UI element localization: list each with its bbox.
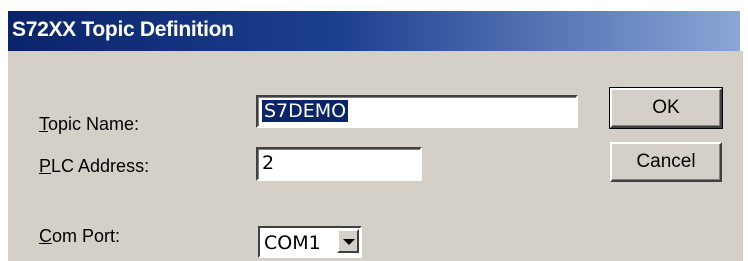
com-port-mnemonic: C: [39, 226, 52, 246]
topic-definition-dialog: S72XX Topic Definition Topic Name: S7DEM…: [0, 0, 748, 261]
com-port-select[interactable]: COM1: [258, 226, 362, 258]
plc-address-value: 2: [262, 152, 275, 174]
plc-address-input[interactable]: 2: [256, 147, 422, 181]
chevron-down-icon[interactable]: [337, 229, 359, 253]
topic-name-label: Topic Name:: [39, 114, 139, 134]
topic-name-label-text: opic Name:: [48, 114, 140, 134]
com-port-value: COM1: [264, 232, 321, 254]
window-title: S72XX Topic Definition: [12, 18, 234, 41]
title-bar[interactable]: S72XX Topic Definition: [8, 11, 740, 51]
cancel-button[interactable]: Cancel: [610, 142, 722, 182]
ok-button-label: OK: [652, 97, 680, 118]
com-port-label: Com Port:: [39, 226, 120, 246]
cancel-button-label: Cancel: [636, 151, 696, 172]
topic-name-value: S7DEMO: [262, 100, 349, 122]
dialog-body: Topic Name: S7DEMO PLC Address: 2 Com Po…: [8, 51, 743, 261]
plc-address-label: PLC Address:: [39, 156, 149, 176]
com-port-label-text: om Port:: [52, 226, 121, 246]
plc-address-mnemonic: P: [39, 156, 52, 176]
topic-name-mnemonic: T: [39, 114, 48, 134]
ok-button[interactable]: OK: [609, 87, 723, 129]
topic-name-input[interactable]: S7DEMO: [256, 95, 578, 128]
plc-address-label-text: LC Address:: [51, 156, 150, 176]
